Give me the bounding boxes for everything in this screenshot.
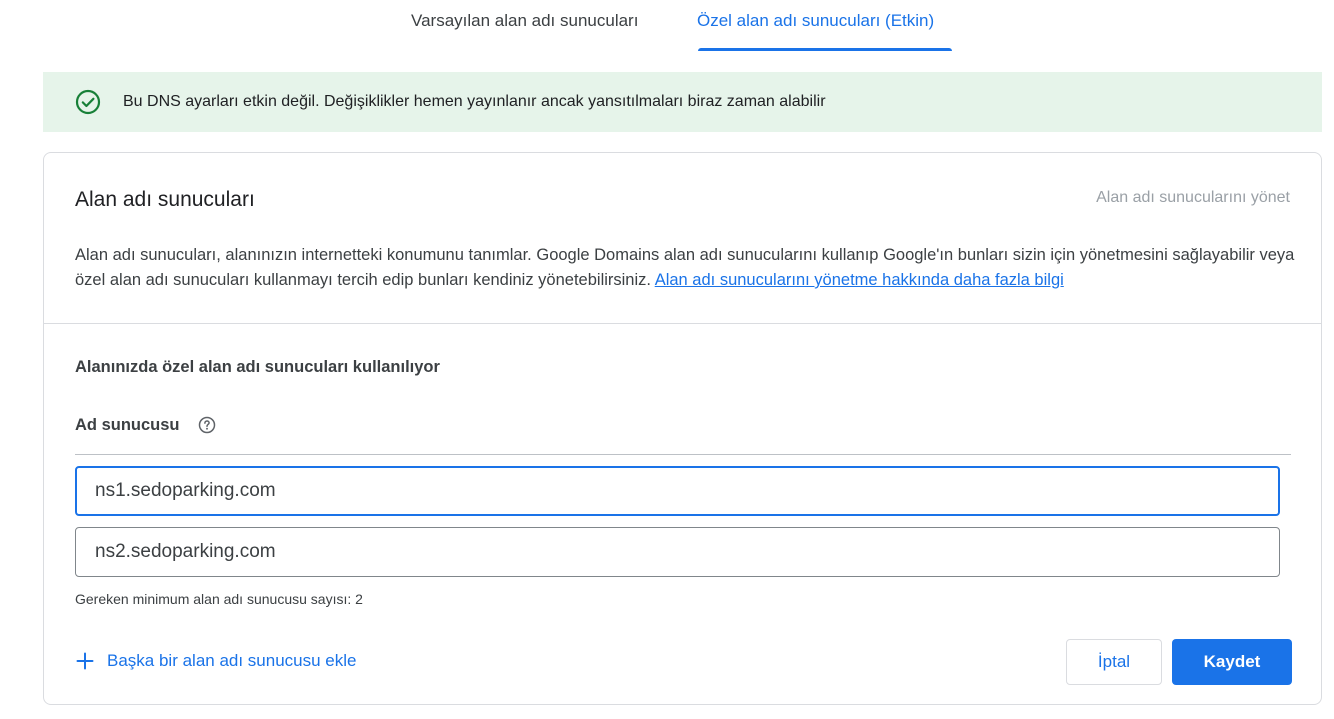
name-server-input-1[interactable] xyxy=(75,466,1280,516)
section-heading: Alanınızda özel alan adı sunucuları kull… xyxy=(75,358,440,376)
help-icon[interactable] xyxy=(198,416,216,434)
add-name-server-label: Başka bir alan adı sunucusu ekle xyxy=(107,651,357,670)
name-server-label: Ad sunucusu xyxy=(75,416,180,434)
minimum-servers-hint: Gereken minimum alan adı sunucusu sayısı… xyxy=(75,591,363,607)
name-server-label-row: Ad sunucusu xyxy=(75,413,216,437)
card-description: Alan adı sunucuları, alanınızın internet… xyxy=(75,243,1300,293)
tab-default-name-servers[interactable]: Varsayılan alan adı sunucuları xyxy=(411,8,638,34)
section-divider xyxy=(44,323,1321,324)
active-tab-indicator xyxy=(698,48,952,51)
name-servers-card: Alan adı sunucuları Alan adı sunucuların… xyxy=(43,152,1322,705)
plus-icon xyxy=(75,651,95,671)
info-banner: Bu DNS ayarları etkin değil. Değişiklikl… xyxy=(43,72,1322,132)
dns-settings-page: Varsayılan alan adı sunucuları Özel alan… xyxy=(0,0,1334,719)
add-name-server-button[interactable]: Başka bir alan adı sunucusu ekle xyxy=(75,647,357,675)
card-title: Alan adı sunucuları xyxy=(75,188,255,211)
label-divider xyxy=(75,454,1291,455)
banner-message: Bu DNS ayarları etkin değil. Değişiklikl… xyxy=(123,93,826,110)
save-button[interactable]: Kaydet xyxy=(1172,639,1292,685)
manage-name-servers-link[interactable]: Alan adı sunucularını yönet xyxy=(1096,186,1290,210)
name-server-input-2[interactable] xyxy=(75,527,1280,577)
cancel-button[interactable]: İptal xyxy=(1066,639,1162,685)
tab-custom-name-servers[interactable]: Özel alan adı sunucuları (Etkin) xyxy=(697,8,934,34)
check-circle-icon xyxy=(75,89,101,115)
name-server-tabs: Varsayılan alan adı sunucuları Özel alan… xyxy=(0,0,1334,56)
learn-more-link[interactable]: Alan adı sunucularını yönetme hakkında d… xyxy=(655,271,1064,289)
